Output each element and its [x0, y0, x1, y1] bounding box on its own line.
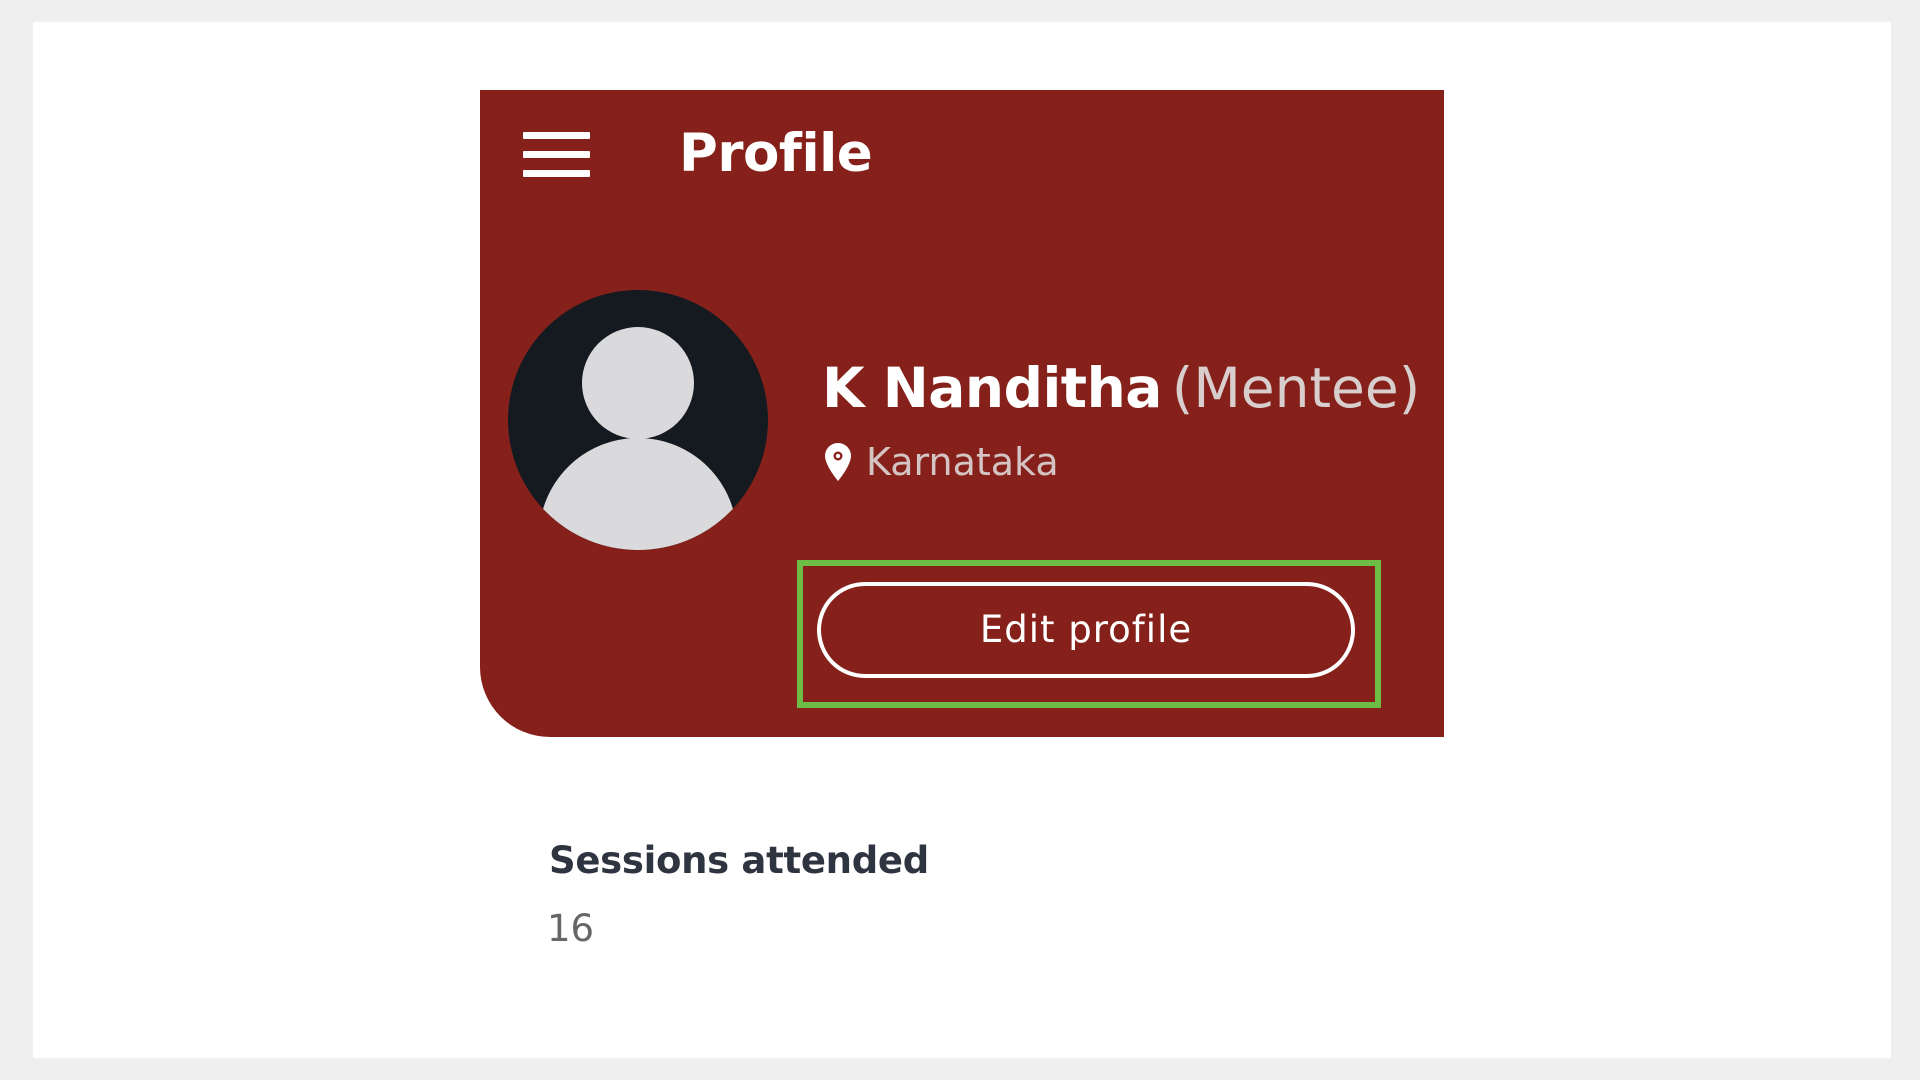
menu-line-bottom	[523, 170, 590, 177]
profile-role: (Mentee)	[1171, 356, 1421, 420]
edit-profile-button[interactable]: Edit profile	[817, 582, 1355, 678]
profile-name: K Nanditha	[822, 356, 1162, 420]
avatar-head	[582, 327, 694, 439]
hamburger-menu-icon[interactable]	[523, 132, 590, 178]
menu-line-top	[523, 132, 590, 139]
page-title: Profile	[679, 123, 873, 184]
location-pin-icon	[825, 443, 851, 481]
user-avatar-icon	[508, 290, 768, 550]
sessions-attended-value: 16	[547, 907, 595, 950]
menu-line-middle	[523, 151, 590, 158]
location-text: Karnataka	[866, 440, 1059, 484]
sessions-attended-label: Sessions attended	[549, 839, 929, 882]
avatar-body	[539, 438, 737, 550]
profile-name-line: K Nanditha (Mentee)	[822, 354, 1420, 422]
